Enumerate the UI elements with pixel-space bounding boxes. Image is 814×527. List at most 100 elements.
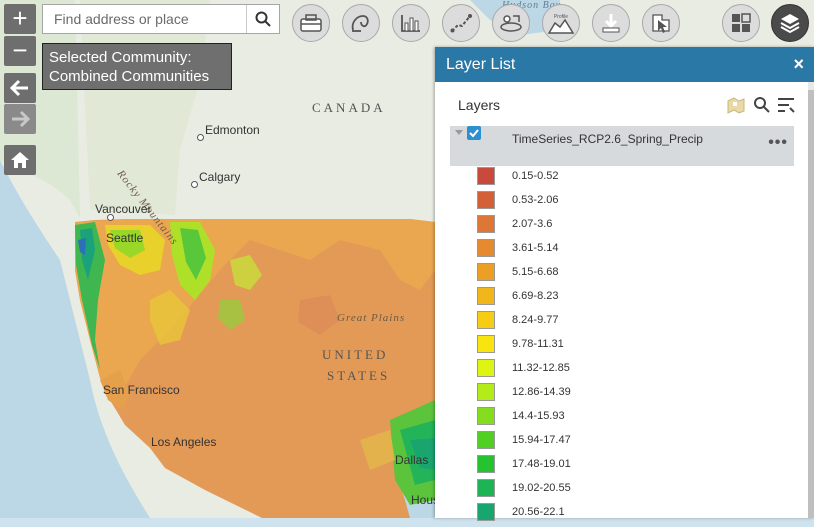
legend-swatch	[477, 239, 495, 257]
layers-section-title: Layers	[458, 97, 501, 113]
selected-community-value: Combined Communities	[49, 68, 210, 85]
close-button[interactable]: ×	[793, 54, 804, 74]
download-icon	[602, 14, 620, 33]
legend-item: 0.15-0.52	[477, 167, 677, 191]
legend-item: 0.53-2.06	[477, 191, 677, 215]
legend-label: 8.24-9.77	[512, 314, 559, 326]
map-layers-icon[interactable]	[725, 95, 747, 115]
legend-swatch	[477, 287, 495, 305]
layer-menu-button[interactable]: •••	[768, 134, 788, 152]
directions-icon	[500, 15, 522, 32]
legend-item: 15.94-17.47	[477, 431, 677, 455]
elevation-profile-icon: Profile	[547, 14, 575, 34]
legend-label: 5.15-6.68	[512, 266, 559, 278]
legend-item: 3.61-5.14	[477, 239, 677, 263]
search-input[interactable]	[43, 5, 247, 33]
city-marker	[191, 181, 198, 188]
legend-item: 5.15-6.68	[477, 263, 677, 287]
legend-swatch	[477, 191, 495, 209]
legend-swatch	[477, 383, 495, 401]
zoom-in-button[interactable]: +	[4, 4, 36, 34]
profile-text: Profile	[554, 14, 568, 20]
legend-item: 11.32-12.85	[477, 359, 677, 383]
calgary-label: Calgary	[199, 170, 241, 184]
panel-header: Layer List ×	[435, 47, 814, 82]
panel-title: Layer List	[446, 55, 516, 73]
legend-item: 19.02-20.55	[477, 479, 677, 503]
chart-icon	[401, 15, 420, 32]
legend-item: 17.48-19.01	[477, 455, 677, 479]
united-states-label-line2: STATES	[327, 368, 391, 383]
next-extent-button[interactable]	[4, 104, 36, 134]
legend-swatch	[477, 503, 495, 521]
legend-label: 19.02-20.55	[512, 482, 571, 494]
previous-extent-button[interactable]	[4, 73, 36, 103]
layer-list-button[interactable]	[771, 4, 809, 42]
dashboard-icon	[732, 13, 751, 32]
legend-swatch	[477, 431, 495, 449]
canada-label: CANADA	[312, 100, 386, 115]
home-button[interactable]	[4, 145, 36, 175]
draw-button[interactable]	[442, 4, 480, 42]
legend-swatch	[477, 359, 495, 377]
legend-label: 15.94-17.47	[512, 434, 571, 446]
search-icon	[255, 11, 271, 27]
selected-community-label: Selected Community:	[49, 49, 192, 66]
city-marker	[107, 214, 114, 221]
los-angeles-label: Los Angeles	[151, 435, 217, 449]
zoom-out-button[interactable]: −	[4, 36, 36, 66]
arrow-left-icon	[10, 79, 28, 97]
seattle-label: Seattle	[106, 231, 144, 245]
legend-swatch	[477, 407, 495, 425]
legend-label: 3.61-5.14	[512, 242, 559, 254]
select-button[interactable]	[642, 4, 680, 42]
arrow-right-icon	[12, 110, 30, 128]
legend-swatch	[477, 167, 495, 185]
layer-visibility-checkbox[interactable]	[467, 126, 481, 140]
filter-list-icon[interactable]	[776, 96, 796, 114]
legend-swatch	[477, 479, 495, 497]
layer-row[interactable]: TimeSeries_RCP2.6_Spring_Precip •••	[450, 126, 794, 166]
legend-item: 8.24-9.77	[477, 311, 677, 335]
chart-button[interactable]	[392, 4, 430, 42]
legend-label: 9.78-11.31	[512, 338, 564, 350]
scrollbar-thumb[interactable]	[808, 90, 814, 518]
legend-item: 12.86-14.39	[477, 383, 677, 407]
search-box	[42, 4, 280, 34]
legend-label: 11.32-12.85	[512, 362, 570, 374]
legend-swatch	[477, 455, 495, 473]
layers-icon	[780, 14, 800, 34]
directions-button[interactable]	[492, 4, 530, 42]
dashboard-button[interactable]	[722, 4, 760, 42]
layer-list-panel: Layer List × Layers TimeSeries_RCP2.6_Sp…	[435, 47, 814, 521]
measurement-button[interactable]	[342, 4, 380, 42]
legend-item: 2.07-3.6	[477, 215, 677, 239]
panel-scrollbar[interactable]	[808, 82, 814, 518]
expand-caret-icon[interactable]	[455, 130, 463, 135]
legend-label: 17.48-19.01	[512, 458, 571, 470]
city-marker	[197, 134, 204, 141]
search-icon[interactable]	[753, 96, 771, 114]
great-plains-label: Great Plains	[337, 312, 406, 324]
draw-icon	[450, 14, 472, 33]
united-states-label-line1: UNITED	[322, 347, 389, 362]
legend-swatch	[477, 263, 495, 281]
selected-community-box: Selected Community: Combined Communities	[42, 43, 232, 90]
legend-item: 6.69-8.23	[477, 287, 677, 311]
vancouver-label: Vancouver	[95, 202, 152, 216]
legend-label: 6.69-8.23	[512, 290, 559, 302]
elevation-profile-button[interactable]: Profile	[542, 4, 580, 42]
basemap-gallery-button[interactable]	[292, 4, 330, 42]
legend-swatch	[477, 335, 495, 353]
legend-item: 9.78-11.31	[477, 335, 677, 359]
legend-label: 2.07-3.6	[512, 218, 553, 230]
search-button[interactable]	[246, 5, 279, 33]
download-button[interactable]	[592, 4, 630, 42]
dallas-label: Dallas	[395, 453, 429, 467]
edmonton-label: Edmonton	[205, 123, 260, 137]
san-francisco-label: San Francisco	[103, 383, 180, 397]
legend-label: 0.53-2.06	[512, 194, 559, 206]
checkmark-icon	[469, 129, 479, 138]
legend-swatch	[477, 215, 495, 233]
legend-label: 12.86-14.39	[512, 386, 571, 398]
